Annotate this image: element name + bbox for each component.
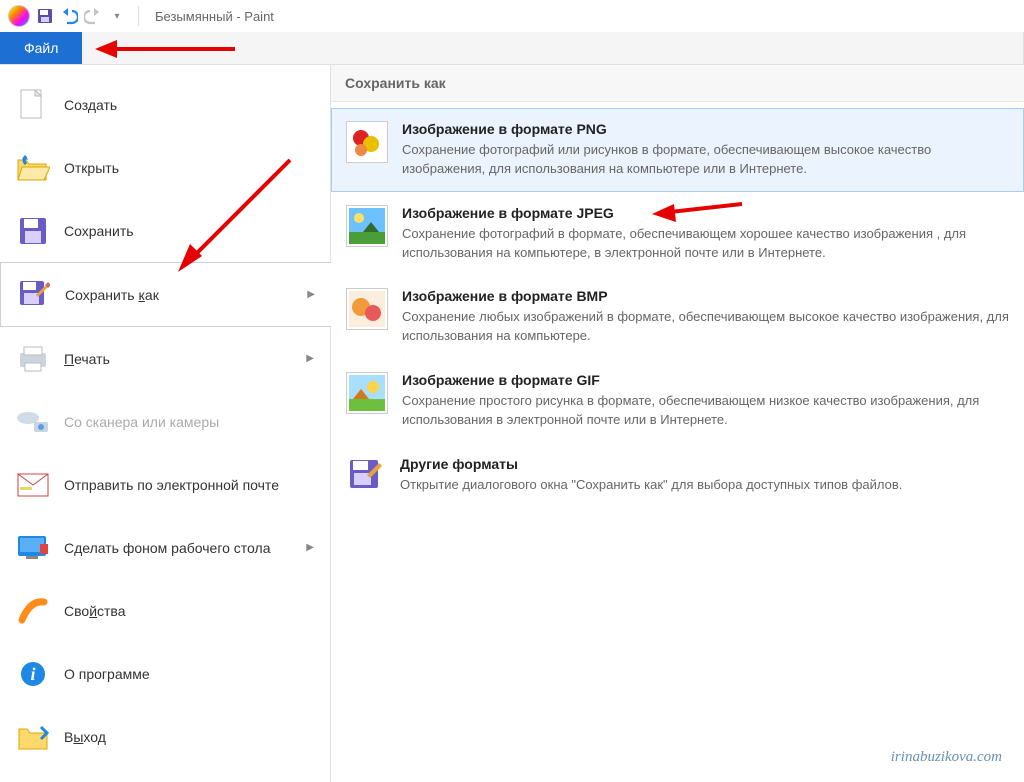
menu-about[interactable]: i О программе bbox=[0, 642, 330, 705]
menu-new-label: Создать bbox=[64, 97, 117, 113]
format-png-title: Изображение в формате PNG bbox=[402, 121, 1009, 137]
qat-save-icon[interactable] bbox=[36, 7, 54, 25]
menu-properties-label: Свойства bbox=[64, 603, 126, 619]
submenu-arrow-icon: ▶ bbox=[306, 542, 314, 553]
format-other[interactable]: Другие форматы Открытие диалогового окна… bbox=[331, 443, 1024, 509]
menu-email-label: Отправить по электронной почте bbox=[64, 477, 279, 493]
menu-open[interactable]: Открыть bbox=[0, 136, 330, 199]
menu-new[interactable]: Создать bbox=[0, 73, 330, 136]
menu-desktop[interactable]: Сделать фоном рабочего стола ▶ bbox=[0, 516, 330, 579]
saveas-icon bbox=[17, 278, 51, 312]
gif-thumb-icon bbox=[346, 372, 388, 414]
menu-print[interactable]: Печать ▶ bbox=[0, 327, 330, 390]
format-list: Изображение в формате PNG Сохранение фот… bbox=[331, 102, 1024, 782]
properties-icon bbox=[16, 594, 50, 628]
qat-redo-icon[interactable] bbox=[84, 7, 102, 25]
other-thumb-icon bbox=[346, 456, 386, 496]
ribbon-spacer bbox=[82, 32, 1024, 64]
menu-saveas-label: Сохранить как bbox=[65, 287, 159, 303]
qat-customize-dropdown[interactable]: ▾ bbox=[108, 7, 126, 25]
title-bar: ▾ Безымянный - Paint bbox=[0, 0, 1024, 32]
format-gif[interactable]: Изображение в формате GIF Сохранение про… bbox=[331, 359, 1024, 443]
menu-exit-label: Выход bbox=[64, 729, 106, 745]
menu-save[interactable]: Сохранить bbox=[0, 199, 330, 262]
menu-print-label: Печать bbox=[64, 351, 110, 367]
format-bmp-desc: Сохранение любых изображений в формате, … bbox=[402, 308, 1009, 346]
file-tab[interactable]: Файл bbox=[0, 32, 82, 64]
file-menu-sidebar: Создать Открыть Сохранить Сохранить как … bbox=[0, 65, 331, 782]
menu-email[interactable]: Отправить по электронной почте bbox=[0, 453, 330, 516]
menu-properties[interactable]: Свойства bbox=[0, 579, 330, 642]
menu-saveas[interactable]: Сохранить как ▶ bbox=[0, 262, 331, 327]
watermark: irinabuzikova.com bbox=[891, 749, 1002, 766]
menu-about-label: О программе bbox=[64, 666, 150, 682]
format-bmp[interactable]: Изображение в формате BMP Сохранение люб… bbox=[331, 275, 1024, 359]
png-thumb-icon bbox=[346, 121, 388, 163]
save-icon bbox=[16, 214, 50, 248]
bmp-thumb-icon bbox=[346, 288, 388, 330]
paint-app-icon bbox=[8, 5, 30, 27]
qat-undo-icon[interactable] bbox=[60, 7, 78, 25]
format-gif-title: Изображение в формате GIF bbox=[402, 372, 1009, 388]
format-jpeg-title: Изображение в формате JPEG bbox=[402, 205, 1009, 221]
menu-save-label: Сохранить bbox=[64, 223, 134, 239]
desktop-icon bbox=[16, 531, 50, 565]
format-png[interactable]: Изображение в формате PNG Сохранение фот… bbox=[331, 108, 1024, 192]
about-icon: i bbox=[16, 657, 50, 691]
separator bbox=[138, 6, 139, 26]
new-file-icon bbox=[16, 88, 50, 122]
format-other-desc: Открытие диалогового окна "Сохранить как… bbox=[400, 476, 1009, 495]
format-png-desc: Сохранение фотографий или рисунков в фор… bbox=[402, 141, 1009, 179]
scanner-icon bbox=[16, 405, 50, 439]
email-icon bbox=[16, 468, 50, 502]
format-jpeg-desc: Сохранение фотографий в формате, обеспеч… bbox=[402, 225, 1009, 263]
format-bmp-title: Изображение в формате BMP bbox=[402, 288, 1009, 304]
menu-exit[interactable]: Выход bbox=[0, 705, 330, 768]
menu-scanner-label: Со сканера или камеры bbox=[64, 414, 219, 430]
printer-icon bbox=[16, 342, 50, 376]
menu-desktop-label: Сделать фоном рабочего стола bbox=[64, 540, 271, 556]
menu-scanner: Со сканера или камеры bbox=[0, 390, 330, 453]
menu-open-label: Открыть bbox=[64, 160, 119, 176]
jpeg-thumb-icon bbox=[346, 205, 388, 247]
exit-icon bbox=[16, 720, 50, 754]
format-jpeg[interactable]: Изображение в формате JPEG Сохранение фо… bbox=[331, 192, 1024, 276]
panel-header: Сохранить как bbox=[331, 65, 1024, 102]
open-folder-icon bbox=[16, 151, 50, 185]
saveas-panel: Сохранить как Изображение в формате PNG … bbox=[331, 65, 1024, 782]
ribbon-tab-row: Файл bbox=[0, 32, 1024, 65]
window-title: Безымянный - Paint bbox=[155, 9, 274, 24]
submenu-arrow-icon: ▶ bbox=[307, 289, 315, 300]
file-tab-label: Файл bbox=[24, 40, 58, 56]
format-gif-desc: Сохранение простого рисунка в формате, о… bbox=[402, 392, 1009, 430]
submenu-arrow-icon: ▶ bbox=[306, 353, 314, 364]
format-other-title: Другие форматы bbox=[400, 456, 1009, 472]
svg-text:i: i bbox=[30, 664, 35, 684]
backstage-view: Создать Открыть Сохранить Сохранить как … bbox=[0, 65, 1024, 782]
